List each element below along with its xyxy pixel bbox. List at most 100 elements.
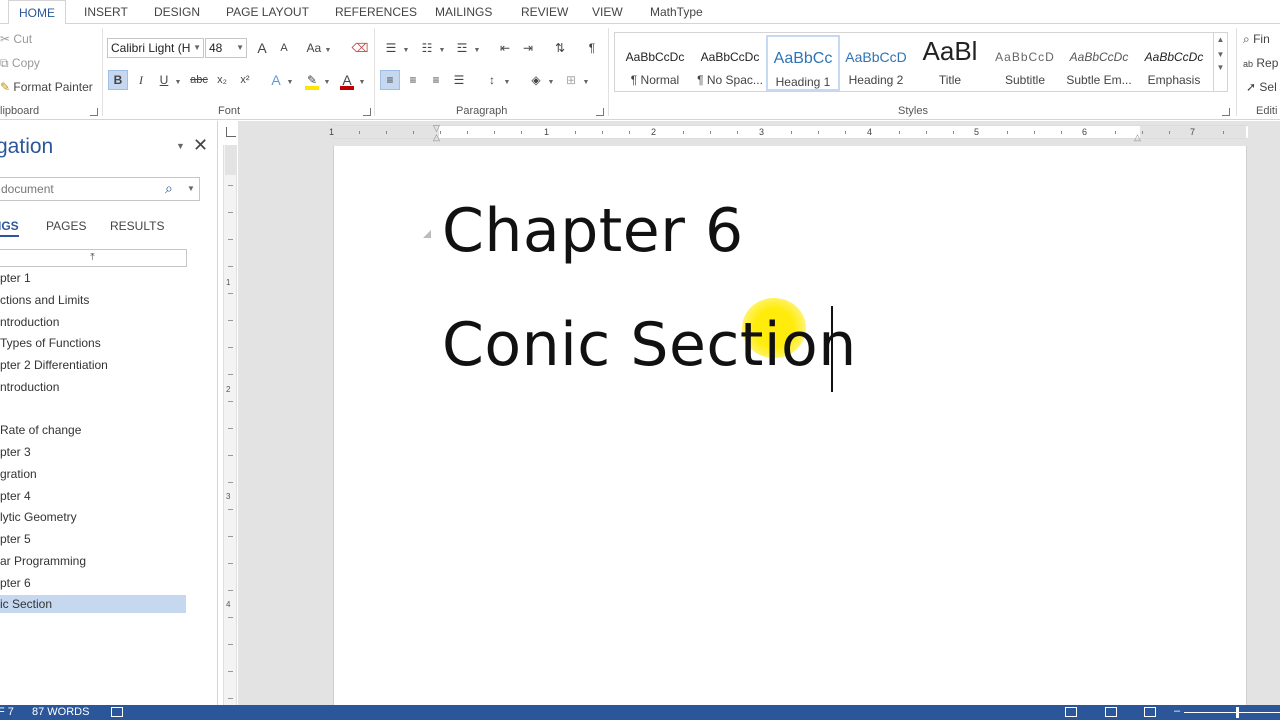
numbering-button[interactable]: ☷ — [417, 38, 437, 58]
tab-home[interactable]: HOME — [8, 0, 66, 25]
heading-item[interactable]: pter 1 — [0, 269, 186, 287]
style-emphasis[interactable]: AaBbCcDc Emphasis — [1137, 35, 1211, 91]
gallery-scroll[interactable]: ▲ ▼ ▼ — [1213, 33, 1227, 91]
line-spacing-button[interactable]: ↕ — [482, 70, 502, 90]
collapse-heading-icon[interactable] — [423, 230, 431, 238]
heading-item[interactable]: pter 6 — [0, 574, 186, 592]
zoom-out-icon[interactable]: – — [1174, 704, 1180, 719]
bold-button[interactable]: B — [108, 70, 128, 90]
tab-references[interactable]: REFERENCES — [335, 0, 417, 24]
heading-item[interactable]: Types of Functions — [0, 334, 186, 352]
style-title[interactable]: AaBl Title — [913, 35, 987, 91]
show-marks-button[interactable]: ¶ — [582, 38, 602, 58]
tab-view[interactable]: VIEW — [592, 0, 623, 24]
search-icon[interactable]: ⌕ — [165, 180, 173, 197]
heading-item[interactable]: pter 2 Differentiation — [0, 356, 186, 374]
heading-item[interactable]: pter 5 — [0, 530, 186, 548]
tab-mathtype[interactable]: MathType — [650, 0, 703, 24]
heading-item[interactable]: lytic Geometry — [0, 508, 186, 526]
word-count[interactable]: 87 WORDS — [32, 705, 89, 720]
select-button[interactable]: ➚ Sel — [1246, 80, 1277, 94]
clipboard-launcher-icon[interactable] — [90, 108, 98, 116]
vertical-ruler[interactable]: 1 2 3 4 — [223, 145, 237, 705]
numbering-dropdown[interactable]: ▼ — [436, 38, 448, 58]
tab-headings[interactable]: IGS — [0, 219, 19, 237]
tab-stop-selector[interactable] — [226, 127, 236, 137]
heading-item[interactable]: ctions and Limits — [0, 291, 186, 309]
heading-item[interactable] — [0, 400, 186, 418]
print-layout-icon[interactable] — [1105, 707, 1117, 717]
document-page[interactable]: Chapter 6 Conic Section — [333, 146, 1247, 706]
subscript-button[interactable]: x₂ — [212, 70, 232, 90]
paragraph-launcher-icon[interactable] — [596, 108, 604, 116]
multilevel-list-button[interactable]: ☲ — [452, 38, 472, 58]
clear-formatting-button[interactable]: ⌫ — [350, 38, 370, 58]
highlight-button[interactable]: ✎ — [302, 70, 322, 90]
text-effects-dropdown[interactable]: ▼ — [284, 70, 296, 90]
align-center-button[interactable]: ≡ — [403, 70, 423, 90]
style-normal[interactable]: AaBbCcDc ¶ Normal — [618, 35, 692, 91]
heading-item[interactable]: Rate of change — [0, 421, 186, 439]
style-heading-2[interactable]: AaBbCcD Heading 2 — [839, 35, 913, 91]
chevron-down-icon[interactable]: ▼ — [187, 184, 195, 193]
justify-button[interactable]: ☰ — [449, 70, 469, 90]
format-painter-button[interactable]: ✎ Format Painter — [0, 80, 93, 94]
read-mode-icon[interactable] — [1065, 707, 1077, 717]
highlight-dropdown[interactable]: ▼ — [321, 70, 333, 90]
hanging-indent-marker[interactable]: △ — [433, 132, 440, 143]
italic-button[interactable]: I — [131, 70, 151, 90]
heading-item[interactable]: ntroduction — [0, 378, 186, 396]
increase-indent-button[interactable]: ⇥ — [518, 38, 538, 58]
multilevel-dropdown[interactable]: ▼ — [471, 38, 483, 58]
heading-item[interactable]: ntroduction — [0, 313, 186, 331]
page-indicator[interactable]: F 7 — [0, 705, 14, 720]
tab-results[interactable]: RESULTS — [110, 219, 164, 233]
text-effects-button[interactable]: A — [266, 70, 286, 90]
tab-pages[interactable]: PAGES — [46, 219, 86, 233]
underline-dropdown[interactable]: ▼ — [172, 70, 184, 90]
bullets-button[interactable]: ☰ — [381, 38, 401, 58]
font-size-combo[interactable]: 48 ▼ — [205, 38, 247, 58]
styles-launcher-icon[interactable] — [1222, 108, 1230, 116]
tab-mailings[interactable]: MAILINGS — [435, 0, 492, 24]
shrink-font-button[interactable]: A — [274, 38, 294, 58]
search-input[interactable]: document ⌕ ▼ — [0, 177, 200, 201]
shading-button[interactable]: ◈ — [526, 70, 546, 90]
shading-dropdown[interactable]: ▼ — [545, 70, 557, 90]
bullets-dropdown[interactable]: ▼ — [400, 38, 412, 58]
web-layout-icon[interactable] — [1144, 707, 1156, 717]
tab-design[interactable]: DESIGN — [154, 0, 200, 24]
decrease-indent-button[interactable]: ⇤ — [495, 38, 515, 58]
style-subtle-emphasis[interactable]: AaBbCcDc Subtle Em... — [1062, 35, 1136, 91]
cut-button[interactable]: ✂ Cut — [0, 32, 32, 46]
heading-item[interactable]: gration — [0, 465, 186, 483]
right-indent-marker[interactable]: △ — [1134, 132, 1141, 143]
change-case-button[interactable]: Aa ▼ — [305, 38, 333, 58]
heading-item[interactable]: ar Programming — [0, 552, 186, 570]
style-subtitle[interactable]: AaBbCcD Subtitle — [988, 35, 1062, 91]
heading-item[interactable]: pter 4 — [0, 487, 186, 505]
align-right-button[interactable]: ≡ — [426, 70, 446, 90]
collapse-all-button[interactable]: ⤒ — [0, 249, 187, 267]
underline-button[interactable]: U — [154, 70, 174, 90]
copy-button[interactable]: ⧉ Copy — [0, 56, 40, 71]
heading-item[interactable]: ic Section — [0, 595, 186, 614]
tab-page-layout[interactable]: PAGE LAYOUT — [226, 0, 309, 24]
align-left-button[interactable]: ≡ — [380, 70, 400, 90]
borders-button[interactable]: ⊞ — [561, 70, 581, 90]
close-icon[interactable]: ✕ — [193, 135, 208, 156]
horizontal-ruler[interactable]: 11234567 ▽ △ △ — [329, 123, 1248, 142]
font-launcher-icon[interactable] — [363, 108, 371, 116]
superscript-button[interactable]: x² — [235, 70, 255, 90]
strikethrough-button[interactable]: abc — [189, 70, 209, 90]
font-family-combo[interactable]: Calibri Light (H ▼ — [107, 38, 204, 58]
find-button[interactable]: ⌕ Fin — [1243, 32, 1270, 47]
sort-button[interactable]: ⇅ — [550, 38, 570, 58]
heading-chapter[interactable]: Chapter 6 — [442, 196, 744, 266]
heading-item[interactable]: pter 3 — [0, 443, 186, 461]
pane-options-icon[interactable]: ▼ — [176, 141, 185, 151]
zoom-slider-knob[interactable] — [1236, 707, 1239, 718]
proofing-icon[interactable] — [111, 707, 123, 717]
line-spacing-dropdown[interactable]: ▼ — [501, 70, 513, 90]
heading-section[interactable]: Conic Section — [442, 310, 857, 380]
